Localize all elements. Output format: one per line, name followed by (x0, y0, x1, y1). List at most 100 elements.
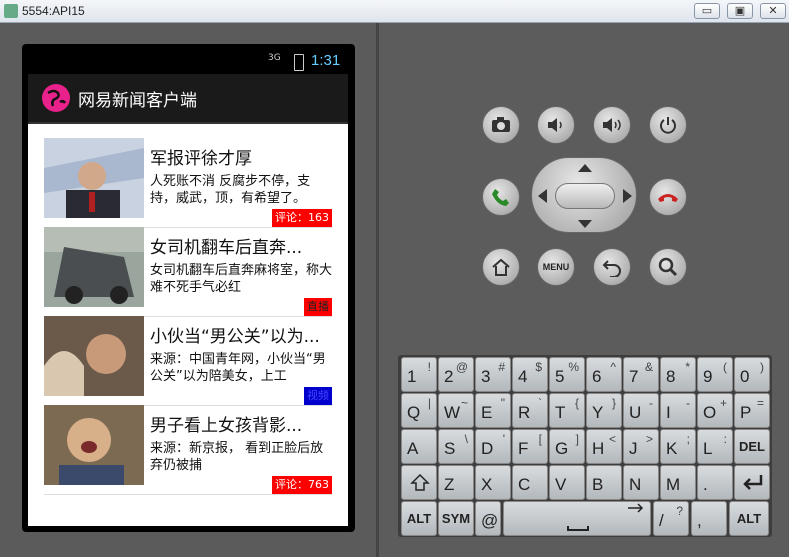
shift-icon (410, 473, 430, 491)
key[interactable]: A (401, 429, 437, 464)
key[interactable]: 4 $ (512, 357, 548, 392)
key[interactable]: J > (623, 429, 659, 464)
news-badge: 直播 (304, 298, 332, 316)
news-list[interactable]: 军报评徐才厚 人死账不消 反腐步不停，支持，威武，顶，有希望了。 评论：163 … (28, 124, 348, 526)
volume-down-button[interactable] (537, 106, 575, 144)
home-icon (492, 258, 510, 276)
sym-key[interactable]: SYM (438, 501, 474, 536)
key-label: F (518, 439, 529, 458)
key[interactable]: 6 ^ (586, 357, 622, 392)
key-label: Q (407, 403, 421, 422)
key[interactable]: 8 * (660, 357, 696, 392)
key[interactable]: S \ (438, 429, 474, 464)
key[interactable]: V (549, 465, 585, 500)
key-label: , (697, 511, 702, 530)
call-button[interactable] (482, 178, 520, 216)
key[interactable]: D ' (475, 429, 511, 464)
delete-key[interactable]: DEL (734, 429, 770, 464)
key-label: L (703, 439, 713, 458)
at-key[interactable]: @ (475, 501, 501, 536)
key-label: 2 (444, 367, 454, 386)
key-label: 4 (518, 367, 528, 386)
key[interactable]: Z (438, 465, 474, 500)
key[interactable]: U- (623, 393, 659, 428)
alt-key-right[interactable]: ALT (729, 501, 769, 536)
news-item[interactable]: 小伙当“男公关”以为... 来源：中国青年网，小伙当“男公关”以为陪美女，上工 … (44, 316, 332, 406)
key[interactable]: F[ (512, 429, 548, 464)
news-thumbnail (44, 316, 144, 396)
enter-icon (743, 475, 763, 490)
camera-icon (492, 117, 510, 132)
minimize-button[interactable]: ▭ (694, 3, 720, 19)
key[interactable]: Q | (401, 393, 437, 428)
key-label: DEL (739, 439, 765, 454)
key-label: 1 (407, 367, 417, 386)
key[interactable]: K; (660, 429, 696, 464)
news-item[interactable]: 女司机翻车后直奔... 女司机翻车后直奔麻将室，称大难不死手气必红 直播 (44, 227, 332, 317)
key-secondary-label: ; (686, 432, 690, 446)
key[interactable]: . (697, 465, 733, 500)
menu-label: MENU (542, 262, 570, 272)
app-action-bar: 网易新闻客户端 (28, 74, 348, 124)
key[interactable]: T{ (549, 393, 585, 428)
key[interactable]: H < (586, 429, 622, 464)
key[interactable]: 0) (734, 357, 770, 392)
dpad-center-button[interactable] (555, 183, 615, 209)
key[interactable]: 9( (697, 357, 733, 392)
key[interactable]: 5% (549, 357, 585, 392)
news-item[interactable]: 男子看上女孩背影... 来源：新京报， 看到正脸后放弃仍被捕 评论：763 (44, 405, 332, 495)
space-key[interactable] (503, 501, 651, 536)
key[interactable]: 2 @ (438, 357, 474, 392)
key[interactable]: L: (697, 429, 733, 464)
news-thumbnail (44, 138, 144, 218)
power-button[interactable] (649, 106, 687, 144)
key-secondary-label: @ (455, 360, 468, 374)
key-label: K (666, 439, 678, 458)
key[interactable]: 1! (401, 357, 437, 392)
key-label: M (666, 475, 681, 494)
alt-key-left[interactable]: ALT (401, 501, 437, 536)
window-titlebar: 5554:API15 ▭ ▣ ✕ (0, 0, 789, 23)
key-label: U (629, 403, 642, 422)
key[interactable]: O + (697, 393, 733, 428)
news-desc: 人死账不消 反腐步不停，支持，威武，顶，有希望了。 (150, 174, 311, 206)
news-item[interactable]: 军报评徐才厚 人死账不消 反腐步不停，支持，威武，顶，有希望了。 评论：163 (44, 138, 332, 228)
shift-key[interactable] (401, 465, 437, 500)
key[interactable]: B (586, 465, 622, 500)
maximize-button[interactable]: ▣ (727, 3, 753, 19)
enter-key[interactable] (734, 465, 770, 500)
emulator-icon (4, 4, 18, 18)
key-secondary-label: ' (502, 432, 505, 446)
search-button[interactable] (649, 248, 687, 286)
close-button[interactable]: ✕ (760, 3, 786, 19)
news-badge: 视频 (304, 387, 332, 405)
key[interactable]: 7 & (623, 357, 659, 392)
key[interactable]: X (475, 465, 511, 500)
key[interactable]: E " (475, 393, 511, 428)
comma-key[interactable]: , (691, 501, 727, 536)
key[interactable]: G] (549, 429, 585, 464)
key[interactable]: 3 # (475, 357, 511, 392)
volume-up-button[interactable] (593, 106, 631, 144)
key[interactable]: I- (660, 393, 696, 428)
home-button[interactable] (482, 248, 520, 286)
key[interactable]: Y} (586, 393, 622, 428)
end-call-button[interactable] (649, 178, 687, 216)
key[interactable]: W ~ (438, 393, 474, 428)
key-label: G (555, 439, 569, 458)
key[interactable]: M (660, 465, 696, 500)
key[interactable]: C (512, 465, 548, 500)
key[interactable]: N (623, 465, 659, 500)
menu-button[interactable]: MENU (537, 248, 575, 286)
key-secondary-label: [ (538, 432, 542, 446)
slash-key[interactable]: /? (653, 501, 689, 536)
key[interactable]: R ` (512, 393, 548, 428)
dpad[interactable] (531, 157, 637, 233)
key-secondary-label: \ (464, 432, 468, 446)
back-button[interactable] (593, 248, 631, 286)
key-secondary-label: ~ (460, 396, 468, 410)
app-globe-icon (42, 84, 70, 112)
key-label: H (592, 439, 605, 458)
camera-button[interactable] (482, 106, 520, 144)
key[interactable]: P = (734, 393, 770, 428)
